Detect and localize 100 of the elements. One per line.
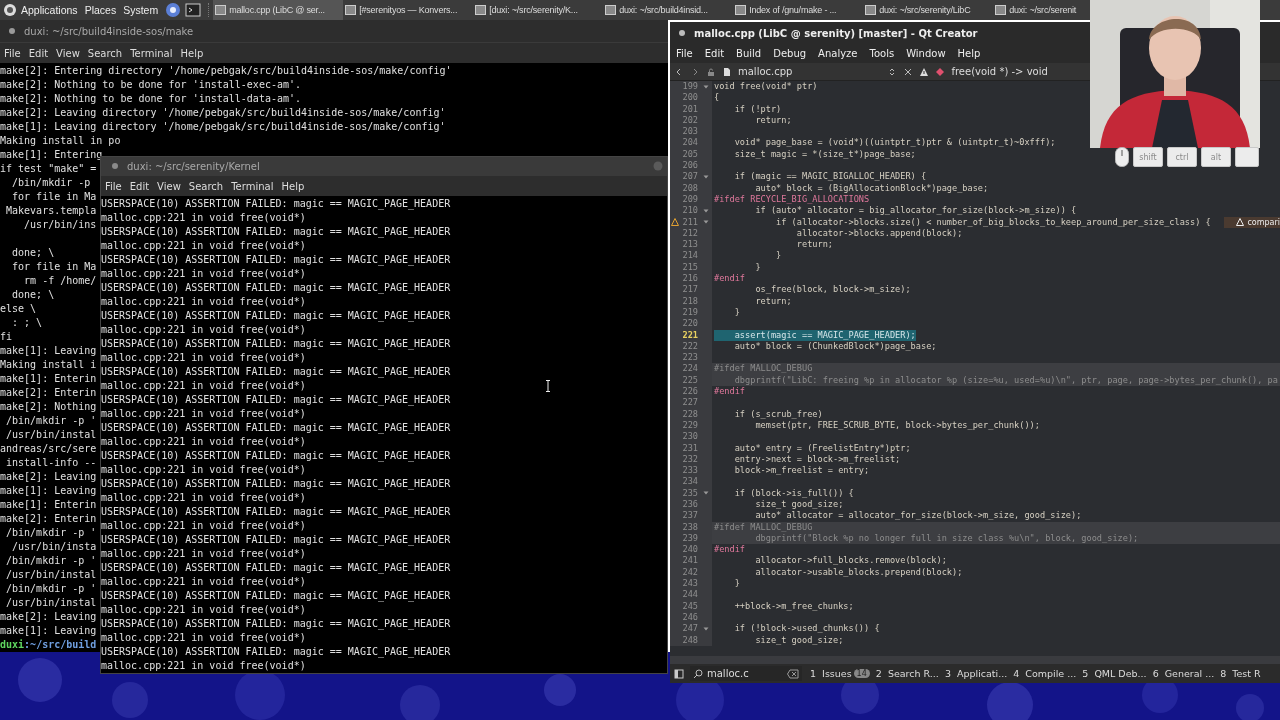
terminal-line: make[1]: Leaving [0, 485, 97, 496]
taskbar-button[interactable]: [duxi: ~/src/serenity/K... [473, 0, 604, 20]
menu-item[interactable]: Edit [28, 47, 49, 59]
code-line: #ifdef RECYCLE_BIG_ALLOCATIONS [714, 193, 870, 206]
terminal-line: malloc.cpp:221 in void free(void*) [101, 212, 306, 223]
menu-item[interactable]: Terminal [130, 47, 173, 59]
window-menu-icon[interactable] [678, 29, 686, 37]
sidebar-toggle-icon[interactable] [674, 668, 684, 679]
line-number: 208 [682, 182, 698, 194]
line-number: 229 [682, 419, 698, 432]
prompt-user: duxi [0, 639, 25, 650]
code-line: dbgprintf("LibC: freeing %p in allocator %p (size=%u, used=%u)\n", ptr, page, page->bytes_per_chunk(), pa [733, 374, 1278, 386]
line-number: 246 [682, 611, 698, 624]
taskbar-button[interactable]: Index of /gnu/make - ... [733, 0, 864, 20]
output-pane-tab[interactable]: 1 Issues 14 [810, 668, 870, 679]
menu-item[interactable]: View [157, 180, 181, 192]
panel-menu[interactable]: Applications [21, 4, 78, 16]
output-pane-tab[interactable]: 5 QML Deb... [1082, 668, 1147, 679]
menu-item[interactable]: Edit [129, 180, 150, 192]
line-number: 244 [682, 589, 698, 601]
terminal-line: USERSPACE(10) ASSERTION FAILED: magic == MAGIC_PAGE_HEADER [101, 254, 451, 265]
code-line: allocator->blocks.append(block); [795, 227, 963, 240]
distro-logo-icon[interactable] [3, 3, 17, 17]
panel-menu[interactable]: System [123, 4, 159, 16]
scrollbar[interactable] [670, 656, 1280, 664]
browser-icon[interactable] [165, 2, 182, 18]
taskbar-button[interactable]: [#serenityos — Konvers... [343, 0, 474, 20]
fold-arrow-icon[interactable] [703, 174, 709, 180]
terminal-line: make[2]: Leaving [0, 471, 97, 482]
line-number: 211 [682, 216, 698, 228]
terminal-line: make[2]: Nothing [0, 401, 97, 412]
taskbar-button[interactable]: duxi: ~/src/serenit [993, 0, 1079, 20]
search-icon [693, 668, 703, 679]
terminal-icon[interactable] [185, 2, 202, 18]
file-selector[interactable]: malloc.cpp [738, 66, 793, 77]
menu-item[interactable]: Window [906, 48, 946, 59]
menu-item[interactable]: Tools [869, 48, 895, 59]
line-number: 236 [682, 499, 698, 511]
fold-arrow-icon[interactable] [703, 625, 709, 632]
locator-field[interactable]: malloc.c [690, 666, 802, 681]
line-number: 201 [682, 103, 698, 115]
menu-item[interactable]: Debug [773, 48, 807, 59]
fold-arrow-icon[interactable] [703, 490, 709, 497]
menu-item[interactable]: File [4, 47, 21, 59]
line-number: 220 [682, 318, 698, 330]
line-number: 232 [682, 453, 698, 466]
output-pane-tab[interactable]: 3 Applicati... [944, 668, 1008, 679]
line-number: 204 [682, 137, 698, 149]
keyboard-key: alt [1201, 147, 1231, 167]
code-line: return; [795, 239, 833, 251]
output-pane-tab[interactable]: 4 Compile ... [1013, 668, 1077, 679]
taskbar-button[interactable]: duxi: ~/src/build4insid... [603, 0, 734, 20]
code-line: if (s_scrub_free) [733, 408, 823, 420]
menu-item[interactable]: File [676, 48, 693, 59]
line-number: 210 [682, 205, 698, 217]
code-line: } [775, 250, 782, 262]
menu-item[interactable]: Edit [704, 48, 725, 59]
menu-item[interactable]: Terminal [231, 180, 274, 192]
taskbar-button[interactable]: malloc.cpp (LibC @ ser... [213, 0, 344, 20]
panel-menu[interactable]: Places [84, 4, 117, 16]
line-number: 209 [682, 193, 698, 206]
keyboard-key: shift [1133, 147, 1163, 167]
menu-item[interactable]: Help [281, 180, 305, 192]
terminal-line: make[2]: Enterin [0, 387, 97, 398]
terminal-line: make[1]: Entering [0, 149, 103, 160]
code-line: void free(void* ptr) [714, 81, 818, 93]
taskbar-button[interactable]: duxi: ~/src/serenity/LibC [863, 0, 994, 20]
fold-arrow-icon[interactable] [703, 83, 709, 90]
symbol-selector[interactable]: free(void *) -> void [951, 66, 1048, 77]
code-line: if (!ptr) [733, 103, 782, 115]
window-menu-icon[interactable] [8, 27, 16, 35]
terminal-line: /usr/bin/ins [23, 219, 97, 230]
menu-item[interactable]: View [56, 47, 80, 59]
line-number: 212 [682, 227, 698, 240]
menu-item[interactable]: Analyze [818, 48, 858, 59]
terminal-line: for file in Ma [11, 261, 97, 272]
menu-item[interactable]: Help [957, 48, 981, 59]
menu-item[interactable]: Help [180, 47, 204, 59]
window-menu-icon[interactable] [111, 162, 119, 170]
line-number: 205 [682, 148, 698, 161]
terminal-line: USERSPACE(10) ASSERTION FAILED: magic == MAGIC_PAGE_HEADER [101, 562, 451, 573]
code-line: auto* block = (BigAllocationBlock*)page_base; [754, 182, 989, 194]
clear-icon[interactable] [787, 668, 799, 679]
code-line: #endif [714, 544, 746, 556]
close-icon[interactable] [903, 66, 914, 77]
line-number: 247 [682, 623, 698, 635]
output-pane-tab[interactable]: 2 Search R... [875, 668, 939, 679]
fold-arrow-icon[interactable] [703, 207, 709, 214]
terminal-line: USERSPACE(10) ASSERTION FAILED: magic == MAGIC_PAGE_HEADER [101, 366, 451, 377]
menu-item[interactable]: Build [736, 48, 762, 59]
terminal-line: USERSPACE(10) ASSERTION FAILED: magic == MAGIC_PAGE_HEADER [101, 422, 451, 433]
output-pane-tab[interactable]: 8 Test R [1220, 668, 1261, 679]
line-number: 227 [682, 397, 698, 409]
menu-item[interactable]: File [105, 180, 122, 192]
menu-item[interactable]: Search [87, 47, 123, 59]
line-number: 199 [682, 81, 698, 93]
lock-icon[interactable] [706, 66, 716, 77]
output-pane-tab[interactable]: 6 General ... [1152, 668, 1215, 679]
fold-arrow-icon[interactable] [703, 219, 709, 226]
menu-item[interactable]: Search [188, 180, 224, 192]
